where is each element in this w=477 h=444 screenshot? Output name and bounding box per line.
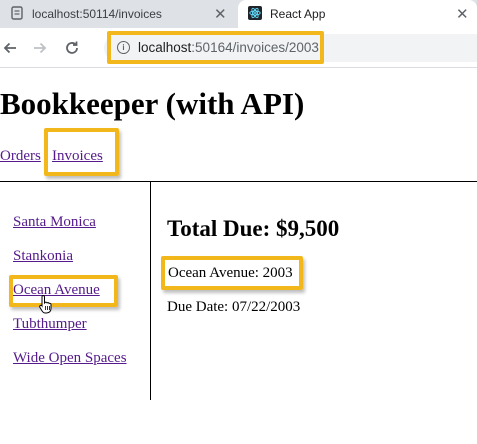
sidebar-item-wide-open-spaces[interactable]: Wide Open Spaces bbox=[13, 350, 127, 367]
reload-icon[interactable] bbox=[64, 28, 80, 68]
sidebar-item-santa-monica[interactable]: Santa Monica bbox=[13, 214, 96, 231]
header-divider bbox=[0, 181, 477, 182]
invoice-name-number-text: Ocean Avenue: 2003 bbox=[168, 264, 293, 281]
sidebar-item-stankonia[interactable]: Stankonia bbox=[13, 248, 73, 265]
browser-tab-bar: localhost:50114/invoices ✕ React App ✕ bbox=[0, 0, 477, 28]
url-path: :50164/invoices/2003 bbox=[191, 40, 319, 55]
address-bar-url[interactable]: i localhost:50164/invoices/2003 bbox=[107, 31, 324, 64]
sidebar-divider bbox=[150, 182, 151, 400]
invoice-total-due: Total Due: $9,500 bbox=[167, 216, 340, 241]
invoice-due-date: Due Date: 07/22/2003 bbox=[167, 299, 301, 315]
page-icon bbox=[10, 5, 24, 23]
close-icon[interactable]: ✕ bbox=[456, 0, 469, 28]
invoice-name-number: Ocean Avenue: 2003 bbox=[161, 256, 303, 290]
url-host: localhost bbox=[138, 40, 192, 55]
react-logo-icon bbox=[248, 5, 262, 23]
sidebar-item-tubthumper[interactable]: Tubthumper bbox=[13, 316, 87, 333]
nav-link-invoices[interactable]: Invoices bbox=[52, 148, 103, 165]
tab-title: localhost:50114/invoices bbox=[32, 7, 162, 21]
tab-react-app[interactable]: React App ✕ bbox=[238, 0, 477, 28]
close-icon[interactable]: ✕ bbox=[214, 0, 227, 28]
page-title: Bookkeeper (with API) bbox=[0, 86, 305, 121]
forward-arrow-icon[interactable] bbox=[32, 28, 48, 68]
sidebar-item-ocean-avenue[interactable]: Ocean Avenue bbox=[13, 282, 100, 299]
tab-invoices[interactable]: localhost:50114/invoices ✕ bbox=[0, 0, 236, 28]
tab-title: React App bbox=[270, 7, 326, 21]
nav-link-orders[interactable]: Orders bbox=[0, 148, 41, 165]
back-arrow-icon[interactable] bbox=[2, 28, 18, 68]
info-icon[interactable]: i bbox=[117, 41, 130, 54]
hand-cursor-icon bbox=[39, 294, 52, 314]
